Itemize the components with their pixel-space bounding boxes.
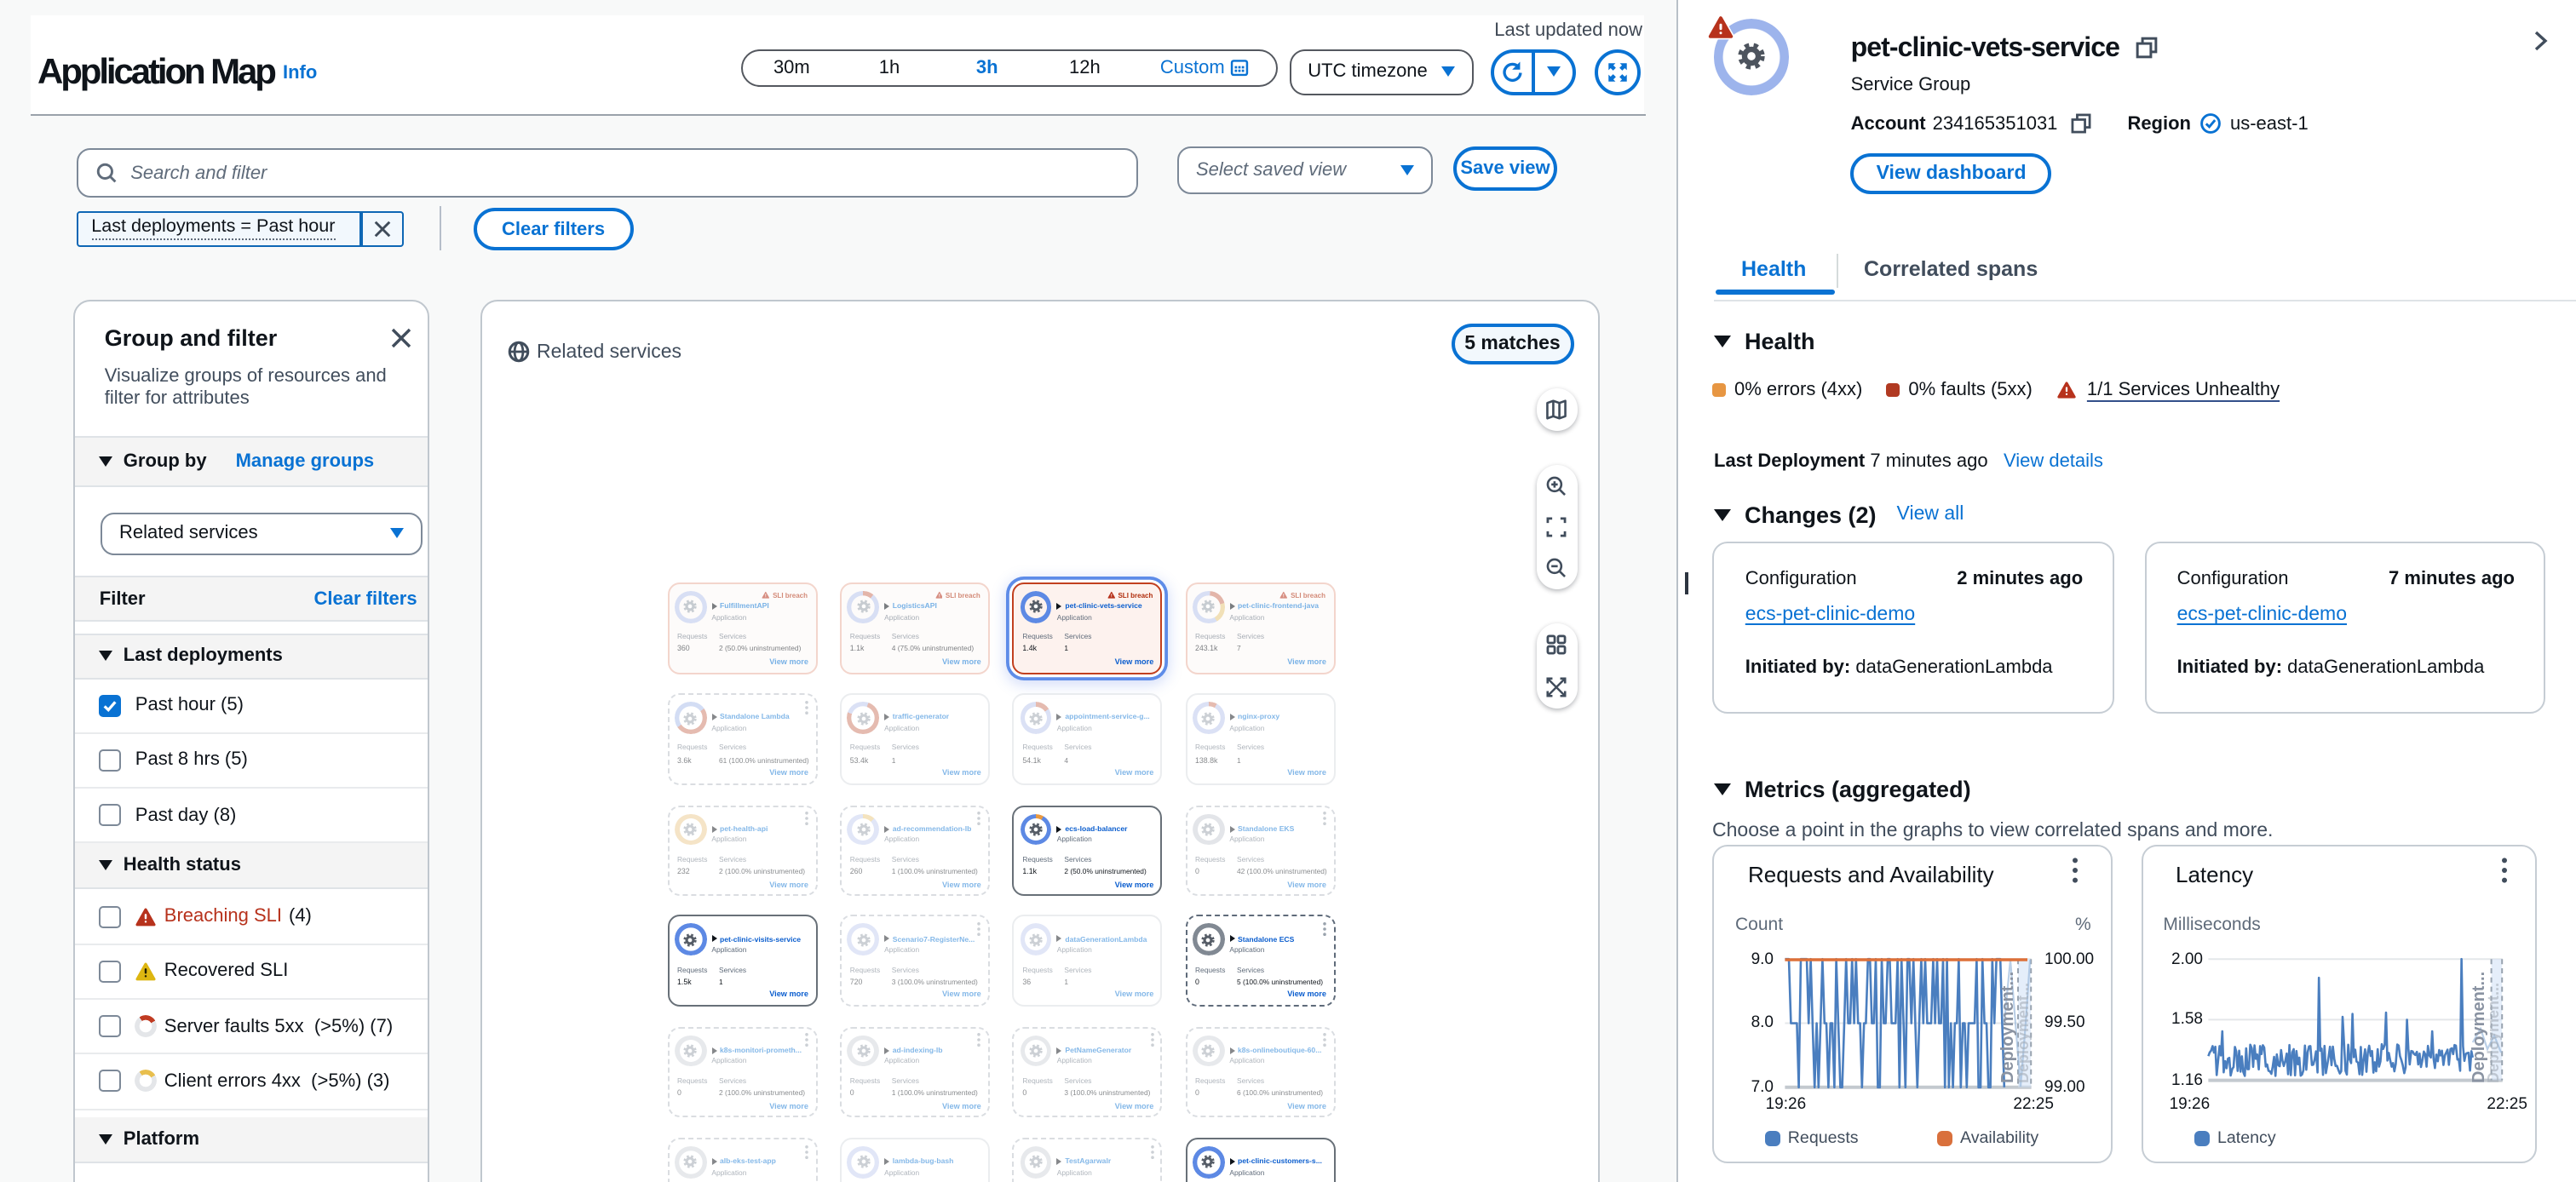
svg-text:Deployment...: Deployment... bbox=[2485, 983, 2502, 1083]
